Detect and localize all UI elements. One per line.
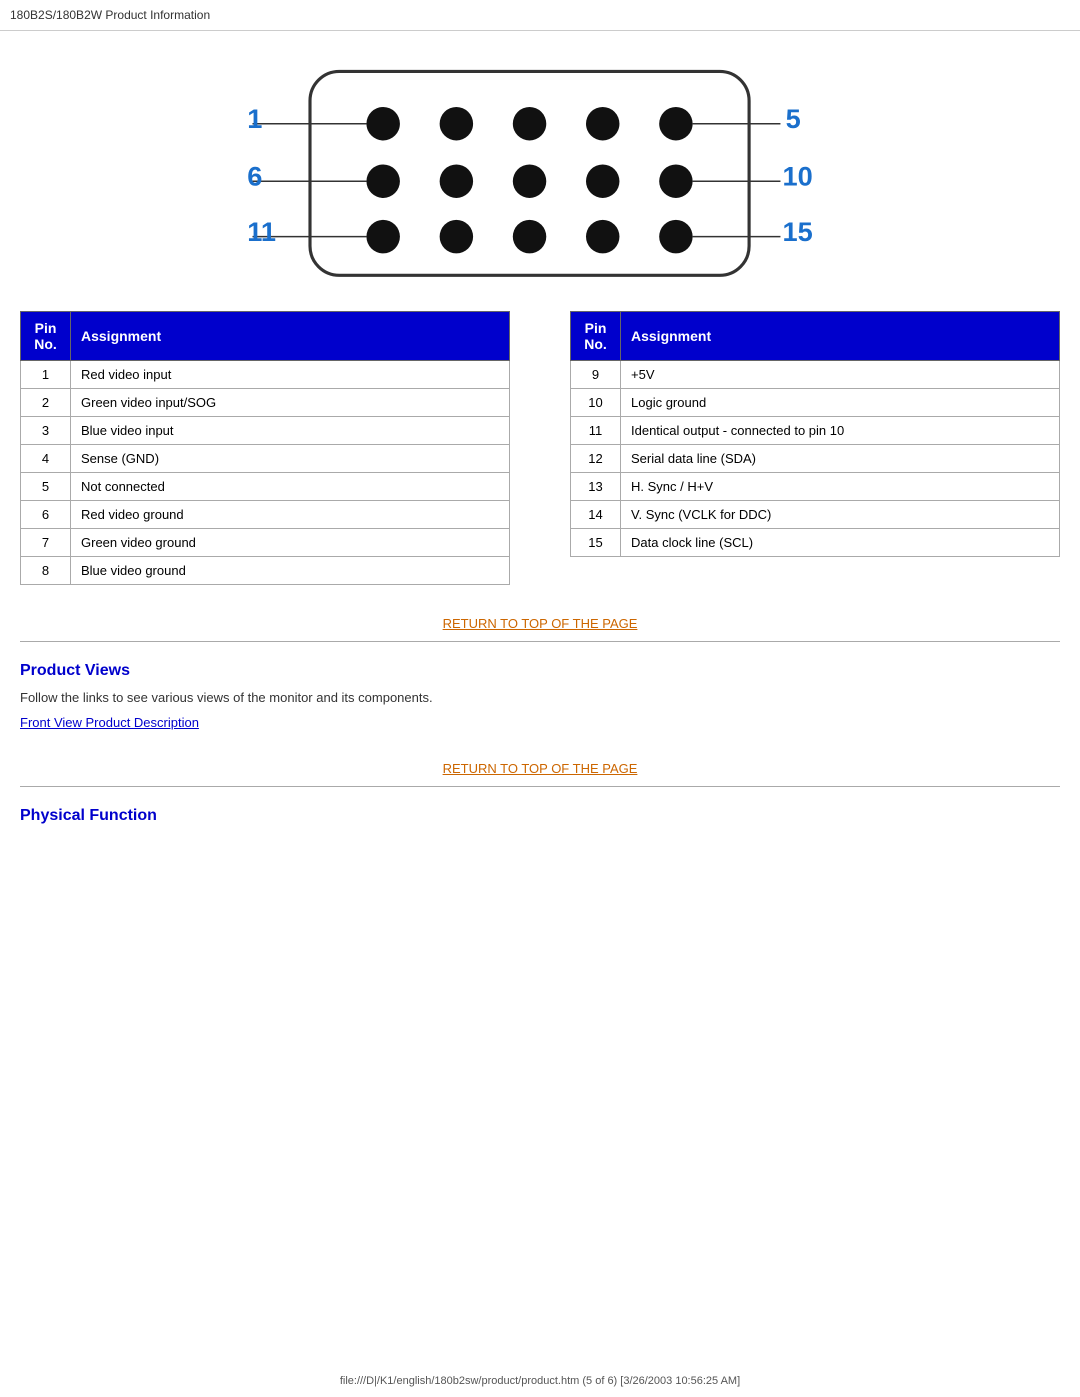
table-row: 5 Not connected bbox=[21, 473, 510, 501]
pin-number: 3 bbox=[21, 417, 71, 445]
pin-number: 8 bbox=[21, 557, 71, 585]
pin-number: 4 bbox=[21, 445, 71, 473]
svg-text:1: 1 bbox=[247, 103, 262, 134]
pin-number: 14 bbox=[571, 501, 621, 529]
pin-assignment: +5V bbox=[621, 361, 1060, 389]
return-to-top-link-1[interactable]: RETURN TO TOP OF THE PAGE bbox=[443, 616, 638, 631]
front-view-link[interactable]: Front View Product Description bbox=[20, 715, 1060, 730]
pin-table-left: PinNo. Assignment 1 Red video input 2 Gr… bbox=[20, 311, 510, 585]
pin-assignment: Blue video ground bbox=[71, 557, 510, 585]
table-row: 11 Identical output - connected to pin 1… bbox=[571, 417, 1060, 445]
pin-number: 7 bbox=[21, 529, 71, 557]
table-row: 6 Red video ground bbox=[21, 501, 510, 529]
pin-number: 13 bbox=[571, 473, 621, 501]
main-content: 1 6 11 5 10 15 PinNo. Assignment 1 Red v… bbox=[0, 31, 1080, 895]
pin-assignment: Data clock line (SCL) bbox=[621, 529, 1060, 557]
table-row: 3 Blue video input bbox=[21, 417, 510, 445]
pin-assignment: Green video input/SOG bbox=[71, 389, 510, 417]
pin-assignment: Identical output - connected to pin 10 bbox=[621, 417, 1060, 445]
physical-function-section: Physical Function bbox=[20, 807, 1060, 825]
table-row: 8 Blue video ground bbox=[21, 557, 510, 585]
svg-text:5: 5 bbox=[786, 103, 801, 134]
pin-assignment: Blue video input bbox=[71, 417, 510, 445]
pin-number: 12 bbox=[571, 445, 621, 473]
pin-assignment: Sense (GND) bbox=[71, 445, 510, 473]
divider-2 bbox=[20, 786, 1060, 787]
pin-number: 9 bbox=[571, 361, 621, 389]
pin-assignment: Not connected bbox=[71, 473, 510, 501]
pin-assignment: V. Sync (VCLK for DDC) bbox=[621, 501, 1060, 529]
pin-table-right: PinNo. Assignment 9 +5V 10 Logic ground … bbox=[570, 311, 1060, 557]
table-row: 14 V. Sync (VCLK for DDC) bbox=[571, 501, 1060, 529]
table-row: 7 Green video ground bbox=[21, 529, 510, 557]
pin-number: 6 bbox=[21, 501, 71, 529]
pin-number: 1 bbox=[21, 361, 71, 389]
product-views-heading: Product Views bbox=[20, 662, 1060, 680]
product-views-section: Product Views Follow the links to see va… bbox=[20, 662, 1060, 730]
right-table-pin-header: PinNo. bbox=[571, 312, 621, 361]
svg-text:11: 11 bbox=[247, 216, 276, 247]
pin-number: 5 bbox=[21, 473, 71, 501]
pin-assignment: Logic ground bbox=[621, 389, 1060, 417]
divider-1 bbox=[20, 641, 1060, 642]
connector-diagram: 1 6 11 5 10 15 bbox=[240, 61, 840, 291]
table-row: 12 Serial data line (SDA) bbox=[571, 445, 1060, 473]
physical-function-heading: Physical Function bbox=[20, 807, 1060, 825]
svg-text:15: 15 bbox=[783, 216, 813, 247]
page-footer: file:///D|/K1/english/180b2sw/product/pr… bbox=[0, 1375, 1080, 1387]
pin-number: 2 bbox=[21, 389, 71, 417]
pin-number: 10 bbox=[571, 389, 621, 417]
left-table-assignment-header: Assignment bbox=[71, 312, 510, 361]
pin-assignment: H. Sync / H+V bbox=[621, 473, 1060, 501]
table-row: 10 Logic ground bbox=[571, 389, 1060, 417]
pin-assignment: Serial data line (SDA) bbox=[621, 445, 1060, 473]
return-to-top-link-2[interactable]: RETURN TO TOP OF THE PAGE bbox=[443, 761, 638, 776]
pin-number: 15 bbox=[571, 529, 621, 557]
product-views-body: Follow the links to see various views of… bbox=[20, 690, 1060, 705]
left-table-pin-header: PinNo. bbox=[21, 312, 71, 361]
table-row: 15 Data clock line (SCL) bbox=[571, 529, 1060, 557]
page-title: 180B2S/180B2W Product Information bbox=[0, 0, 1080, 31]
tables-section: PinNo. Assignment 1 Red video input 2 Gr… bbox=[20, 311, 1060, 585]
svg-text:6: 6 bbox=[247, 160, 262, 191]
svg-text:10: 10 bbox=[783, 160, 813, 191]
right-table-assignment-header: Assignment bbox=[621, 312, 1060, 361]
pin-number: 11 bbox=[571, 417, 621, 445]
table-row: 2 Green video input/SOG bbox=[21, 389, 510, 417]
vga-connector-svg: 1 6 11 5 10 15 bbox=[240, 61, 840, 291]
pin-assignment: Red video input bbox=[71, 361, 510, 389]
table-row: 1 Red video input bbox=[21, 361, 510, 389]
return-link-section-1: RETURN TO TOP OF THE PAGE bbox=[20, 615, 1060, 631]
return-link-section-2: RETURN TO TOP OF THE PAGE bbox=[20, 760, 1060, 776]
table-row: 9 +5V bbox=[571, 361, 1060, 389]
table-row: 4 Sense (GND) bbox=[21, 445, 510, 473]
pin-assignment: Red video ground bbox=[71, 501, 510, 529]
table-row: 13 H. Sync / H+V bbox=[571, 473, 1060, 501]
pin-assignment: Green video ground bbox=[71, 529, 510, 557]
